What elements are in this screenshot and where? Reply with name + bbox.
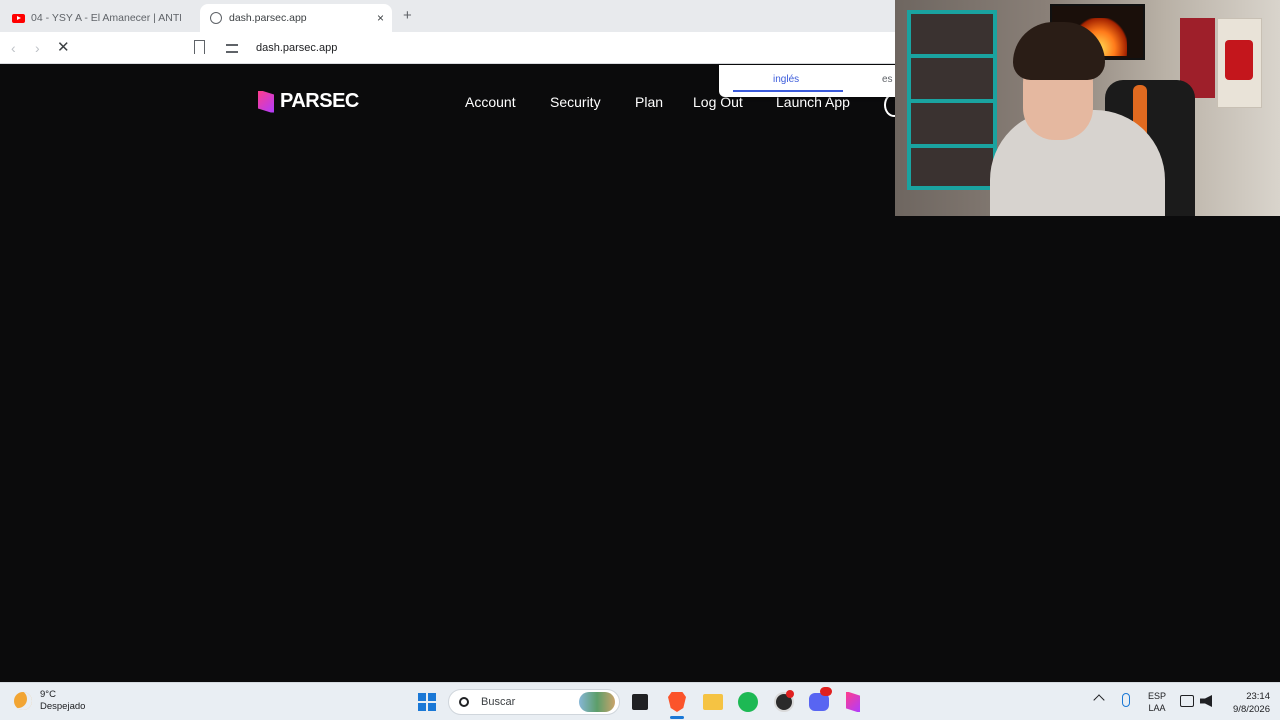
file-explorer-icon[interactable] xyxy=(703,694,723,710)
translate-tab-spanish[interactable]: es xyxy=(882,74,893,85)
tab-title: dash.parsec.app xyxy=(229,12,307,24)
input-language[interactable]: ESP LAA xyxy=(1148,690,1166,714)
parsec-logo-icon xyxy=(258,90,274,113)
url-text: dash.parsec.app xyxy=(256,42,338,54)
tab-youtube[interactable]: 04 - YSY A - El Amanecer | ANTEZANA xyxy=(8,4,198,32)
forward-icon[interactable]: › xyxy=(35,40,40,56)
search-label: Buscar xyxy=(481,696,516,708)
weather-condition: Despejado xyxy=(40,701,86,712)
clock-date: 9/8/2026 xyxy=(1233,704,1270,715)
volume-icon[interactable] xyxy=(1200,695,1212,707)
close-tab-button[interactable]: × xyxy=(377,11,384,25)
parsec-app-icon[interactable] xyxy=(846,692,860,712)
translate-tab-english[interactable]: inglés xyxy=(773,74,799,85)
moon-icon xyxy=(14,692,32,710)
chevron-up-icon[interactable] xyxy=(1093,694,1105,706)
discord-notification-badge xyxy=(820,687,832,696)
windows-taskbar: 9°C Despejado Buscar ESP LAA 23:14 9/8/2… xyxy=(0,682,1280,720)
parsec-logo[interactable]: PARSEC xyxy=(258,90,359,113)
nav-account[interactable]: Account xyxy=(465,94,516,110)
webcam-overlay xyxy=(895,0,1280,216)
brave-browser-icon[interactable] xyxy=(668,692,686,712)
search-icon xyxy=(459,697,469,707)
microphone-icon[interactable] xyxy=(1122,693,1130,707)
stop-loading-icon[interactable]: ✕ xyxy=(57,38,70,56)
obs-recording-dot xyxy=(786,690,794,698)
clock[interactable]: 23:14 9/8/2026 xyxy=(1222,690,1270,716)
back-icon[interactable]: ‹ xyxy=(11,40,16,56)
search-highlight-image xyxy=(579,692,615,712)
active-app-indicator xyxy=(670,716,684,719)
site-info-icon[interactable] xyxy=(226,43,238,53)
bookmark-icon[interactable] xyxy=(194,40,205,54)
address-bar[interactable]: dash.parsec.app xyxy=(218,36,908,60)
spotify-icon[interactable] xyxy=(738,692,758,712)
nav-security[interactable]: Security xyxy=(550,94,601,110)
translate-popup: inglés es xyxy=(719,65,895,97)
brand-name: PARSEC xyxy=(280,90,359,112)
nav-plan[interactable]: Plan xyxy=(635,94,663,110)
taskbar-search[interactable]: Buscar xyxy=(448,689,620,715)
shelf-image xyxy=(907,10,997,190)
clock-time: 23:14 xyxy=(1246,691,1270,702)
screen: 04 - YSY A - El Amanecer | ANTEZANA dash… xyxy=(0,0,1280,720)
network-icon[interactable] xyxy=(1180,695,1194,707)
new-tab-button[interactable]: + xyxy=(403,7,412,24)
windows-start-icon[interactable] xyxy=(418,693,436,711)
tab-parsec[interactable]: dash.parsec.app × xyxy=(200,4,392,32)
weather-widget[interactable]: 9°C Despejado xyxy=(14,689,85,713)
weather-temp: 9°C xyxy=(40,689,56,700)
active-tab-indicator xyxy=(733,90,843,92)
tab-title: 04 - YSY A - El Amanecer | ANTEZANA xyxy=(31,12,181,24)
parsec-tab-icon xyxy=(210,12,222,24)
youtube-icon xyxy=(12,13,25,23)
task-view-icon[interactable] xyxy=(632,694,648,710)
